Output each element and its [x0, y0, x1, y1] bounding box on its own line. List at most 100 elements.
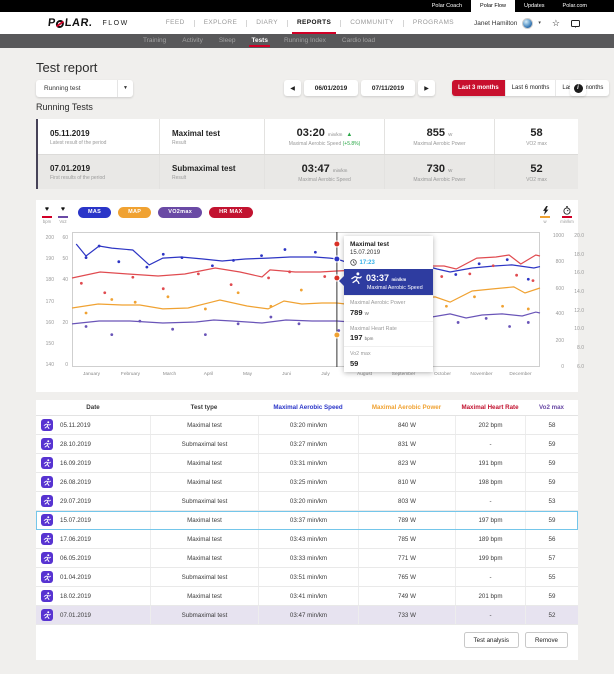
data-point-map[interactable]: [167, 295, 170, 298]
data-point-vo2max[interactable]: [237, 322, 240, 325]
table-row[interactable]: 28.10.2019Submaximal test03:27 min/km831…: [36, 435, 578, 454]
nav-item-programs[interactable]: PROGRAMS: [404, 12, 463, 34]
subnav-item-activity[interactable]: Activity: [174, 34, 211, 48]
data-point-mas[interactable]: [260, 254, 263, 257]
data-point-mas[interactable]: [145, 266, 148, 269]
data-point-hr-max[interactable]: [230, 283, 233, 286]
data-point-vo2max[interactable]: [298, 322, 301, 325]
next-period-button[interactable]: ▶: [418, 80, 435, 96]
legend-pill-mas[interactable]: MAS: [78, 207, 111, 218]
subnav-item-sleep[interactable]: Sleep: [211, 34, 244, 48]
end-date-input[interactable]: 07/11/2019: [361, 80, 415, 96]
data-point-vo2max[interactable]: [508, 325, 511, 328]
subnav-item-tests[interactable]: Tests: [243, 34, 276, 48]
selected-test-marker-dot[interactable]: [334, 241, 340, 247]
data-point-mas[interactable]: [314, 251, 317, 254]
table-row[interactable]: 16.09.2019Maximal test03:31 min/km823 W1…: [36, 454, 578, 473]
table-row[interactable]: 26.08.2019Maximal test03:25 min/km810 W1…: [36, 473, 578, 492]
data-point-map[interactable]: [204, 308, 207, 311]
data-point-vo2max[interactable]: [485, 317, 488, 320]
data-point-hr-max[interactable]: [440, 275, 443, 278]
favorites-star-icon[interactable]: ☆: [552, 18, 560, 29]
data-point-vo2max[interactable]: [138, 320, 141, 323]
data-point-vo2max[interactable]: [270, 316, 273, 319]
data-point-map[interactable]: [473, 295, 476, 298]
info-button[interactable]: i: [570, 80, 586, 96]
data-point-vo2max[interactable]: [171, 328, 174, 331]
test-analysis-button[interactable]: Test analysis: [464, 632, 519, 648]
nav-item-explore[interactable]: EXPLORE: [195, 12, 247, 34]
table-row[interactable]: 15.07.2019Maximal test03:37 min/km789 W1…: [36, 511, 578, 530]
subnav-item-training[interactable]: Training: [135, 34, 174, 48]
data-point-mas[interactable]: [478, 262, 481, 265]
data-point-mas[interactable]: [162, 253, 165, 256]
subnav-item-cardio-load[interactable]: Cardio load: [334, 34, 383, 48]
topbar-link-polar-flow[interactable]: Polar Flow: [471, 0, 515, 12]
data-point-mas[interactable]: [98, 245, 101, 248]
data-point-hr-max[interactable]: [80, 282, 83, 285]
account-caret-icon[interactable]: ▾: [538, 20, 541, 26]
data-point-vo2max[interactable]: [110, 333, 113, 336]
feedback-chat-icon[interactable]: [571, 20, 580, 27]
data-point-map[interactable]: [501, 305, 504, 308]
data-point-vo2max[interactable]: [527, 321, 530, 324]
table-row[interactable]: 17.06.2019Maximal test03:43 min/km785 W1…: [36, 530, 578, 549]
subnav-item-running-index[interactable]: Running Index: [276, 34, 334, 48]
data-point-mas[interactable]: [506, 258, 509, 261]
data-point-hr-max[interactable]: [267, 277, 270, 280]
data-point-map[interactable]: [300, 289, 303, 292]
table-row[interactable]: 01.04.2019Submaximal test03:51 min/km765…: [36, 568, 578, 587]
data-point-hr-max[interactable]: [492, 264, 495, 267]
data-point-hr-max[interactable]: [197, 272, 200, 275]
user-name[interactable]: Janet Hamilton: [474, 20, 517, 27]
start-date-input[interactable]: 06/01/2019: [304, 80, 358, 96]
data-point-map[interactable]: [134, 301, 137, 304]
data-point-vo2max[interactable]: [457, 321, 460, 324]
table-row[interactable]: 18.02.2019Maximal test03:41 min/km749 W2…: [36, 587, 578, 606]
polar-logo[interactable]: PLAR.: [47, 17, 93, 29]
avatar[interactable]: [522, 18, 533, 29]
legend-pill-vo2max[interactable]: VO2max: [158, 207, 202, 218]
data-point-hr-max[interactable]: [532, 279, 535, 282]
data-point-hr-max[interactable]: [103, 291, 106, 294]
table-row[interactable]: 29.07.2019Submaximal test03:20 min/km803…: [36, 492, 578, 511]
range-last-3-months[interactable]: Last 3 months: [452, 80, 505, 96]
data-point-vo2max[interactable]: [204, 333, 207, 336]
legend-pill-hr-max[interactable]: HR MAX: [209, 207, 253, 218]
selected-test-marker-dot[interactable]: [334, 256, 340, 262]
data-point-hr-max[interactable]: [323, 275, 326, 278]
topbar-link-polar-coach[interactable]: Polar Coach: [423, 0, 471, 12]
legend-pill-map[interactable]: MAP: [118, 207, 151, 218]
remove-button[interactable]: Remove: [525, 632, 568, 648]
data-point-map[interactable]: [527, 308, 530, 311]
data-point-hr-max[interactable]: [131, 276, 134, 279]
data-point-mas[interactable]: [284, 248, 287, 251]
data-point-map[interactable]: [237, 291, 240, 294]
selected-test-marker-dot[interactable]: [334, 332, 340, 338]
range-last-6-months[interactable]: Last 6 months: [505, 80, 556, 96]
data-point-mas[interactable]: [211, 264, 214, 267]
topbar-link-polar-com[interactable]: Polar.com: [554, 0, 596, 12]
table-row[interactable]: 05.11.2019Maximal test03:20 min/km840 W2…: [36, 416, 578, 435]
data-point-hr-max[interactable]: [468, 272, 471, 275]
sport-filter-dropdown[interactable]: Running test ▼: [36, 80, 133, 97]
nav-item-community[interactable]: COMMUNITY: [341, 12, 403, 34]
data-point-mas[interactable]: [232, 259, 235, 262]
prev-period-button[interactable]: ◀: [284, 80, 301, 96]
data-point-map[interactable]: [445, 305, 448, 308]
nav-item-diary[interactable]: DIARY: [247, 12, 287, 34]
nav-item-reports[interactable]: REPORTS: [288, 12, 340, 34]
table-row[interactable]: 07.01.2019Submaximal test03:47 min/km733…: [36, 606, 578, 625]
data-point-hr-max[interactable]: [288, 270, 291, 273]
data-point-hr-max[interactable]: [162, 287, 165, 290]
data-point-mas[interactable]: [181, 256, 184, 259]
chart-plot-area[interactable]: [72, 232, 540, 367]
data-point-mas[interactable]: [527, 278, 530, 281]
data-point-map[interactable]: [110, 298, 113, 301]
topbar-link-updates[interactable]: Updates: [515, 0, 554, 12]
data-point-hr-max[interactable]: [515, 274, 518, 277]
data-point-vo2max[interactable]: [85, 325, 88, 328]
data-point-mas[interactable]: [117, 260, 120, 263]
data-point-mas[interactable]: [454, 273, 457, 276]
nav-item-feed[interactable]: FEED: [157, 12, 194, 34]
